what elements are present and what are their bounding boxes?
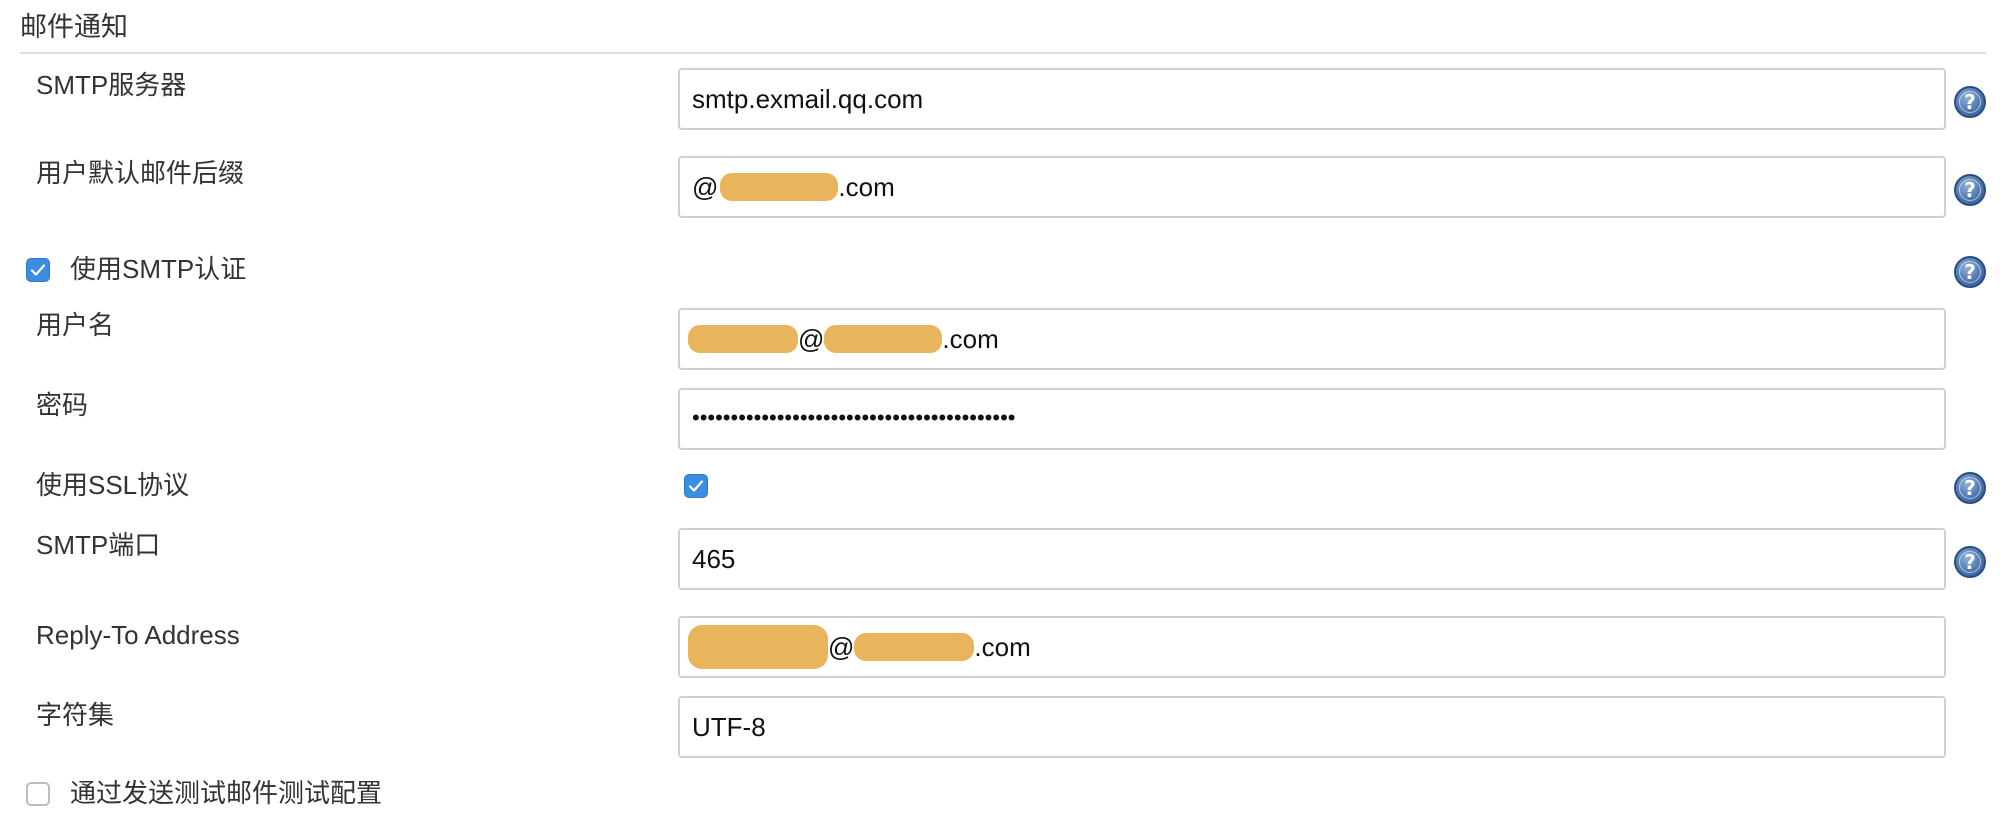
default-suffix-tld: .com (838, 171, 895, 202)
username-label: 用户名 (36, 310, 115, 340)
redacted-username (688, 625, 828, 669)
redacted-username (688, 325, 798, 353)
smtp-server-input[interactable] (678, 68, 1946, 130)
smtp-port-label: SMTP端口 (36, 530, 161, 560)
use-smtp-auth-help-icon[interactable]: ? (1954, 256, 1986, 288)
default-suffix-label: 用户默认邮件后缀 (36, 158, 245, 188)
charset-label: 字符集 (36, 700, 115, 730)
test-config-checkbox[interactable] (26, 782, 50, 806)
password-input[interactable]: ••••••••••••••••••••••••••••••••••••••••… (678, 388, 1946, 450)
checkmark-icon (30, 264, 46, 276)
reply-to-input[interactable]: @ .com (678, 616, 1946, 678)
default-suffix-prefix: @ (692, 171, 719, 202)
username-input[interactable]: @ .com (678, 308, 1946, 370)
test-config-label: 通过发送测试邮件测试配置 (70, 778, 383, 808)
use-smtp-auth-checkbox[interactable] (26, 258, 50, 282)
charset-input[interactable] (678, 696, 1946, 758)
section-title: 邮件通知 (20, 12, 128, 42)
default-suffix-help-icon[interactable]: ? (1954, 174, 1986, 206)
reply-to-at: @ (828, 631, 855, 662)
reply-to-tld: .com (974, 631, 1031, 662)
username-at: @ (798, 323, 825, 354)
use-ssl-help-icon[interactable]: ? (1954, 472, 1986, 504)
redacted-domain (824, 325, 943, 353)
use-smtp-auth-label: 使用SMTP认证 (70, 254, 247, 284)
default-suffix-input[interactable]: @ .com (678, 156, 1946, 218)
use-ssl-label: 使用SSL协议 (36, 470, 190, 500)
username-tld: .com (942, 323, 999, 354)
smtp-port-input[interactable] (678, 528, 1946, 590)
smtp-server-label: SMTP服务器 (36, 70, 187, 100)
smtp-port-help-icon[interactable]: ? (1954, 546, 1986, 578)
smtp-server-help-icon[interactable]: ? (1954, 86, 1986, 118)
checkmark-icon (688, 480, 704, 492)
reply-to-label: Reply-To Address (36, 620, 240, 650)
redacted-domain (720, 173, 839, 201)
section-divider (20, 52, 1986, 54)
password-mask: ••••••••••••••••••••••••••••••••••••••••… (692, 405, 1016, 430)
redacted-domain (854, 633, 975, 661)
use-ssl-checkbox[interactable] (684, 474, 708, 498)
password-label: 密码 (36, 390, 89, 420)
